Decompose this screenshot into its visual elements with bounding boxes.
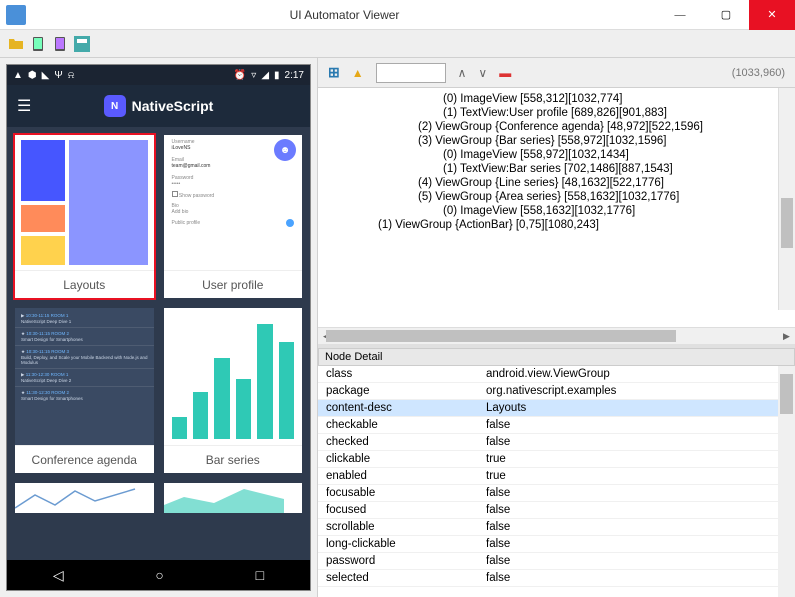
save-icon[interactable] xyxy=(74,36,90,52)
usb-icon: Ψ xyxy=(54,70,62,81)
hamburger-icon[interactable]: ☰ xyxy=(17,96,31,116)
list-item: ★ 10:30-11:15 ROOM 3Build, Deploy, and S… xyxy=(15,346,154,369)
list-item: ▶ 10:30-11:15 ROOM 1NativeScript Deep Di… xyxy=(15,310,154,328)
tree-row[interactable]: (4) ViewGroup {Line series} [48,1632][52… xyxy=(318,176,795,190)
detail-row[interactable]: long-clickablefalse xyxy=(318,536,795,553)
window-title: UI Automator Viewer xyxy=(32,8,657,22)
tree-row[interactable]: (1) ViewGroup {ActionBar} [0,75][1080,24… xyxy=(318,218,795,232)
recents-icon[interactable]: □ xyxy=(256,567,264,583)
switch-icon xyxy=(286,219,294,227)
android-navbar: ◁ ○ □ xyxy=(7,560,310,590)
minimize-button[interactable]: — xyxy=(657,0,703,30)
tree-row[interactable]: (1) TextView:User profile [689,826][901,… xyxy=(318,106,795,120)
tree-row[interactable]: (1) TextView:Bar series [702,1486][887,1… xyxy=(318,162,795,176)
list-item: ★ 10:30-11:15 ROOM 2Smart Design for Sma… xyxy=(15,328,154,346)
list-item: ★ 11:30-12:30 ROOM 2Smart Design for Sma… xyxy=(15,387,154,404)
checkbox-label: Show password xyxy=(179,193,214,199)
card-user-profile[interactable]: ☻ Username iLoveNS Email team@gmail.com … xyxy=(164,135,303,298)
detail-row[interactable]: focusablefalse xyxy=(318,485,795,502)
adb-icon: ⍾ xyxy=(68,70,75,81)
open-icon[interactable] xyxy=(8,36,24,52)
search-input[interactable] xyxy=(376,63,446,83)
card-conference-agenda[interactable]: ▶ 10:30-11:15 ROOM 1NativeScript Deep Di… xyxy=(15,308,154,473)
window-titlebar: UI Automator Viewer — ▢ ✕ xyxy=(0,0,795,30)
field-value: team@gmail.com xyxy=(172,163,295,169)
vertical-scrollbar[interactable] xyxy=(778,88,795,310)
vertical-scrollbar[interactable] xyxy=(778,366,795,597)
card-label: Conference agenda xyxy=(15,445,154,473)
tree-row[interactable]: (5) ViewGroup {Area series} [558,1632][1… xyxy=(318,190,795,204)
detail-row[interactable]: checkablefalse xyxy=(318,417,795,434)
detail-row[interactable]: focusedfalse xyxy=(318,502,795,519)
examples-grid[interactable]: Layouts ☻ Username iLoveNS Email team@gm… xyxy=(7,127,310,560)
tree-row[interactable]: (0) ImageView [558,1632][1032,1776] xyxy=(318,204,795,218)
tree-toolbar: ⊞ ▲ ∧ ∨ ▬ (1033,960) xyxy=(318,58,795,88)
app-name: NativeScript xyxy=(132,98,214,114)
coordinates: (1033,960) xyxy=(732,67,785,79)
detail-row[interactable]: checkedfalse xyxy=(318,434,795,451)
android-statusbar: ▲ ⬢ ◣ Ψ ⍾ ⏰ ▿ ◢ ▮ 2:17 xyxy=(7,65,310,85)
field-placeholder: Add bio xyxy=(172,209,295,215)
app-icon xyxy=(6,5,26,25)
wifi-icon: ▿ xyxy=(251,70,256,81)
switch-label: Public profile xyxy=(172,220,201,226)
card-line-series[interactable] xyxy=(15,483,154,513)
tree-row[interactable]: (0) ImageView [558,312][1032,774] xyxy=(318,92,795,106)
tree-row[interactable]: (3) ViewGroup {Bar series} [558,972][103… xyxy=(318,134,795,148)
avatar-icon: ☻ xyxy=(274,139,296,161)
app-header: ☰ N NativeScript xyxy=(7,85,310,127)
warning-icon: ▲ xyxy=(352,66,364,80)
hierarchy-tree[interactable]: (0) ImageView [558,312][1032,774](1) Tex… xyxy=(318,88,795,327)
detail-row[interactable]: classandroid.view.ViewGroup xyxy=(318,366,795,383)
scroll-right-icon[interactable]: ▶ xyxy=(778,328,795,345)
prev-icon[interactable]: ∧ xyxy=(458,66,467,80)
alarm-icon: ⏰ xyxy=(234,70,246,81)
clock: 2:17 xyxy=(285,70,304,81)
detail-header: Node Detail xyxy=(318,348,795,366)
detail-row[interactable]: clickabletrue xyxy=(318,451,795,468)
card-label: Bar series xyxy=(164,445,303,473)
detail-row[interactable]: passwordfalse xyxy=(318,553,795,570)
card-bar-series[interactable]: Bar series xyxy=(164,308,303,473)
agenda-preview: ▶ 10:30-11:15 ROOM 1NativeScript Deep Di… xyxy=(15,308,154,445)
device-dump-icon[interactable] xyxy=(52,36,68,52)
tree-row[interactable]: (0) ImageView [558,972][1032,1434] xyxy=(318,148,795,162)
card-layouts[interactable]: Layouts xyxy=(15,135,154,298)
detail-row[interactable]: scrollablefalse xyxy=(318,519,795,536)
detail-row[interactable]: content-descLayouts xyxy=(318,400,795,417)
battery-icon: ▮ xyxy=(274,70,280,81)
warning-icon: ▲ xyxy=(13,70,23,81)
detail-row[interactable]: packageorg.nativescript.examples xyxy=(318,383,795,400)
screenshot-panel: ▲ ⬢ ◣ Ψ ⍾ ⏰ ▿ ◢ ▮ 2:17 ☰ N Nativ xyxy=(0,58,318,597)
card-label: Layouts xyxy=(15,270,154,298)
detail-row[interactable]: selectedfalse xyxy=(318,570,795,587)
detail-row[interactable]: enabledtrue xyxy=(318,468,795,485)
tag-icon: ◣ xyxy=(42,70,50,81)
back-icon[interactable]: ◁ xyxy=(53,567,64,584)
card-area-series[interactable] xyxy=(164,483,303,513)
expand-all-icon[interactable]: ⊞ xyxy=(328,64,340,81)
bug-icon: ⬢ xyxy=(28,70,37,81)
card-label: User profile xyxy=(164,270,303,298)
toolbar xyxy=(0,30,795,58)
next-icon[interactable]: ∨ xyxy=(478,66,487,80)
home-icon[interactable]: ○ xyxy=(155,567,163,583)
node-detail-table[interactable]: classandroid.view.ViewGrouppackageorg.na… xyxy=(318,366,795,597)
tree-row[interactable]: (2) ViewGroup {Conference agenda} [48,97… xyxy=(318,120,795,134)
maximize-button[interactable]: ▢ xyxy=(703,0,749,30)
list-item: ▶ 11:30-12:30 ROOM 1NativeScript Deep Di… xyxy=(15,369,154,387)
device-frame: ▲ ⬢ ◣ Ψ ⍾ ⏰ ▿ ◢ ▮ 2:17 ☰ N Nativ xyxy=(6,64,311,591)
signal-icon: ◢ xyxy=(261,70,269,81)
device-screenshot-icon[interactable] xyxy=(30,36,46,52)
horizontal-scrollbar[interactable]: ◀ ▶ xyxy=(318,327,795,344)
app-logo: N xyxy=(104,95,126,117)
delete-icon[interactable]: ▬ xyxy=(499,66,511,80)
close-button[interactable]: ✕ xyxy=(749,0,795,30)
